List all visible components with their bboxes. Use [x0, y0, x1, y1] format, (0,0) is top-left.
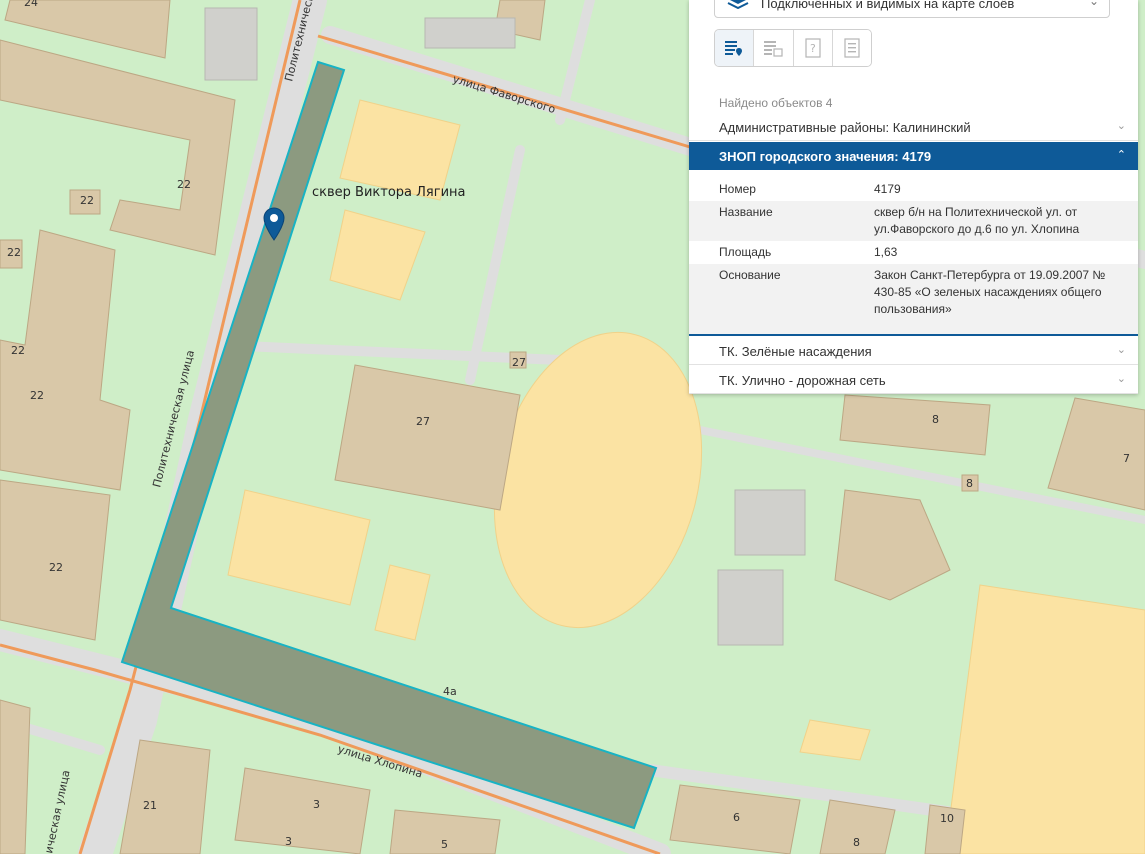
park-label: сквер Виктора Лягина [312, 185, 465, 200]
house-number: 8 [966, 477, 973, 490]
accordion-label: ТК. Зелёные насаждения [719, 344, 872, 359]
found-count: Найдено объектов 4 [719, 96, 833, 110]
attribute-value: 1,63 [874, 245, 898, 259]
structure-2 [734, 489, 806, 556]
structure-3 [717, 569, 784, 646]
attribute-value: Закон Санкт-Петербурга от 19.09.2007 № 4… [874, 268, 1106, 316]
layer-select-text: Подключённых и видимых на карте слоёв [761, 0, 1015, 11]
accordion-road-network[interactable]: ТК. Улично - дорожная сеть ⌄ [689, 366, 1138, 394]
house-number: 27 [416, 415, 430, 428]
building-22-bottom [0, 479, 111, 641]
list-pin-button[interactable] [715, 30, 755, 66]
house-number: 3 [313, 798, 320, 811]
attribute-key: Номер [719, 182, 756, 196]
document-button[interactable] [832, 30, 871, 66]
attribute-key: Площадь [719, 245, 772, 259]
info-panel: Подключённых и видимых на карте слоёв ⌄ [689, 0, 1138, 394]
attribute-row: Название сквер б/н на Политехнической ул… [689, 201, 1138, 241]
accordion-label: Административные районы: Калининский [719, 120, 971, 135]
accordion-admin-districts[interactable]: Административные районы: Калининский ⌄ [689, 113, 1138, 141]
house-number: 22 [49, 561, 63, 574]
house-number: 22 [7, 246, 21, 259]
panel-toolbar: ? [714, 29, 872, 67]
accordion-znop[interactable]: ЗНОП городского значения: 4179 ⌃ [689, 142, 1138, 170]
accordion-label: ТК. Улично - дорожная сеть [719, 373, 886, 388]
house-number: 10 [940, 812, 954, 825]
chevron-down-icon: ⌄ [1116, 373, 1126, 385]
attribute-key: Основание [719, 268, 781, 282]
building-left-bottom [0, 699, 31, 854]
attribute-row: Площадь 1,63 [689, 241, 1138, 264]
list-table-icon [764, 41, 783, 57]
attribute-row: Основание Закон Санкт-Петербурга от 19.0… [689, 264, 1138, 334]
chevron-down-icon: ⌄ [1116, 344, 1126, 356]
house-number: 6 [733, 811, 740, 824]
house-number: 22 [11, 344, 25, 357]
question-doc-button[interactable]: ? [793, 30, 833, 66]
accordion-label: ЗНОП городского значения: 4179 [719, 149, 932, 164]
svg-text:?: ? [810, 42, 816, 55]
structure-4 [424, 17, 516, 49]
house-number: 4а [443, 685, 457, 698]
list-pin-icon [725, 41, 743, 56]
document-icon [844, 38, 860, 58]
question-doc-icon: ? [805, 38, 821, 58]
list-table-button[interactable] [754, 30, 794, 66]
house-number: 22 [80, 194, 94, 207]
house-number: 27 [512, 356, 526, 369]
house-number: 22 [177, 178, 191, 191]
attributes-table: Номер 4179 Название сквер б/н на Политех… [689, 178, 1138, 336]
chevron-down-icon: ⌄ [1088, 0, 1099, 8]
layer-select[interactable]: Подключённых и видимых на карте слоёв ⌄ [714, 0, 1110, 18]
house-number: 22 [30, 389, 44, 402]
accordion-green-plantings[interactable]: ТК. Зелёные насаждения ⌄ [689, 337, 1138, 365]
house-number: 8 [853, 836, 860, 849]
chevron-down-icon: ⌄ [1116, 120, 1126, 132]
house-number: 3 [285, 835, 292, 848]
layers-icon [727, 0, 749, 9]
house-number: 5 [441, 838, 448, 851]
house-number: 7 [1123, 452, 1130, 465]
attribute-row: Номер 4179 [689, 178, 1138, 201]
location-pin-icon[interactable] [263, 207, 285, 241]
house-number: 24 [24, 0, 38, 9]
attribute-key: Название [719, 205, 773, 219]
house-number: 21 [143, 799, 157, 812]
house-number: 8 [932, 413, 939, 426]
structure-1 [204, 7, 258, 81]
attribute-value: сквер б/н на Политехнической ул. от ул.Ф… [874, 205, 1080, 236]
chevron-up-icon: ⌃ [1116, 149, 1126, 161]
attribute-value: 4179 [874, 182, 901, 196]
sports-field-5 [944, 584, 1145, 854]
